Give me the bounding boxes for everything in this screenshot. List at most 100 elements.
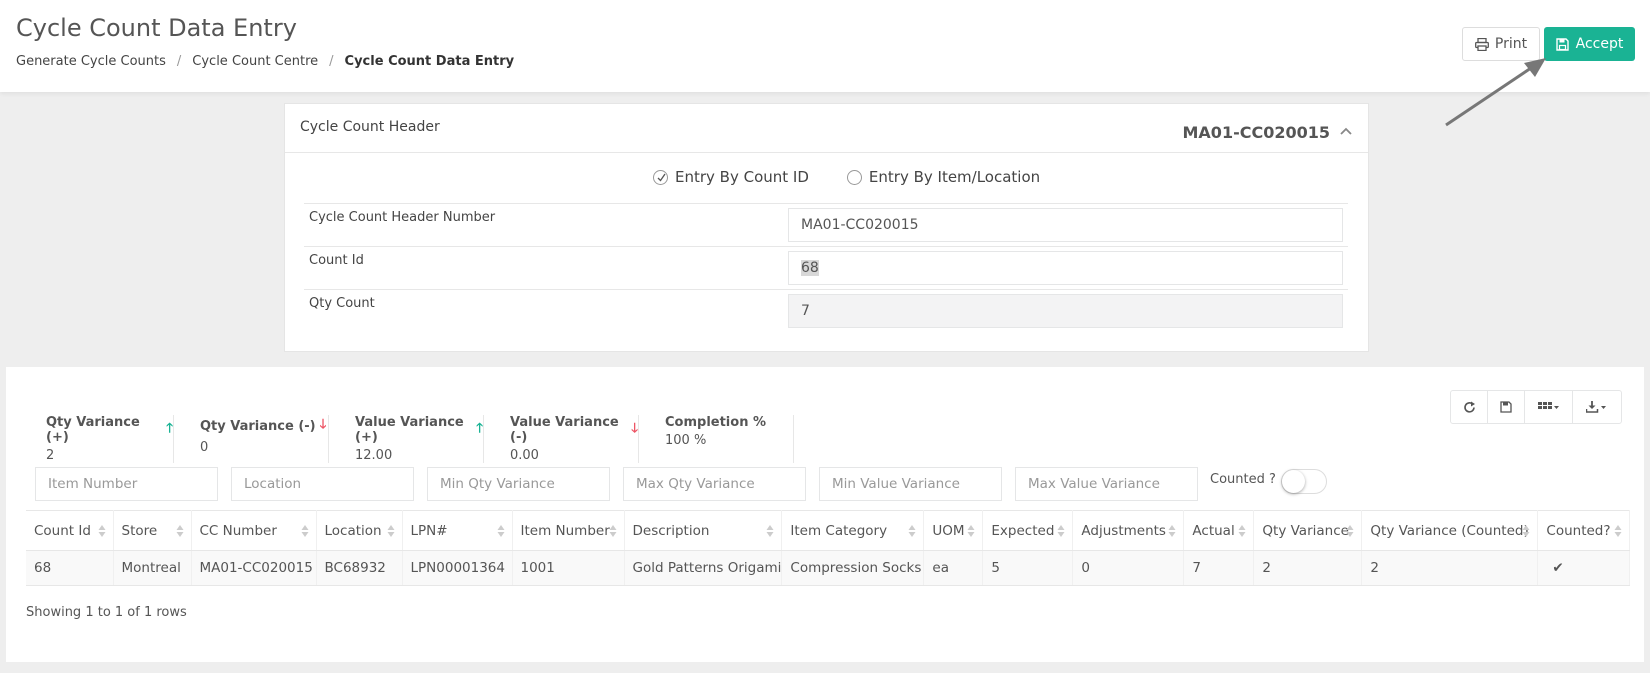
col-qty-variance[interactable]: Qty Variance (1253, 510, 1363, 551)
sort-icon (1238, 525, 1246, 537)
col-counted[interactable]: Counted? (1537, 510, 1630, 551)
col-store[interactable]: Store (113, 510, 192, 551)
col-label: Count Id (34, 522, 91, 539)
sort-icon (387, 525, 394, 537)
col-description[interactable]: Description (624, 510, 783, 551)
save-view-button[interactable] (1488, 391, 1525, 423)
sort-icon (301, 525, 308, 537)
counted-toggle[interactable] (1281, 469, 1327, 494)
radio-entry-by-count-id[interactable]: Entry By Count ID (653, 168, 809, 186)
print-button[interactable]: Print (1462, 27, 1540, 61)
columns-button[interactable] (1525, 391, 1573, 423)
col-label: Item Category (790, 522, 888, 539)
stat-completion: Completion % 100 % (639, 415, 794, 463)
accept-label: Accept (1575, 36, 1624, 52)
arrow-down-icon: 🡓 (319, 417, 327, 432)
printer-icon (1474, 37, 1489, 51)
sort-icon (609, 525, 616, 537)
radio-label-item-location: Entry By Item/Location (868, 168, 1041, 186)
panel-title: Cycle Count Header (300, 119, 440, 135)
breadcrumb-current: Cycle Count Data Entry (344, 54, 515, 69)
max-qty-variance-filter[interactable]: Max Qty Variance (623, 467, 806, 501)
min-value-variance-filter[interactable]: Min Value Variance (819, 467, 1002, 501)
stat-value: 0 (200, 440, 209, 455)
sort-icon (1168, 525, 1176, 537)
page-header: Cycle Count Data Entry Generate Cycle Co… (0, 0, 1650, 92)
chevron-up-icon[interactable] (1338, 123, 1354, 139)
cell-item-number: 1001 (512, 550, 625, 586)
location-filter[interactable]: Location (231, 467, 414, 501)
cell-store: Montreal (113, 550, 192, 586)
cell-expected: 5 (982, 550, 1074, 586)
table-row[interactable]: 68 Montreal MA01-CC020015 BC68932 LPN000… (26, 550, 1630, 586)
col-qty-variance-counted[interactable]: Qty Variance (Counted) (1361, 510, 1539, 551)
breadcrumb-generate-cycle-counts[interactable]: Generate Cycle Counts (16, 54, 166, 69)
stat-value: 0.00 (510, 448, 539, 463)
stat-label: Qty Variance (-) (200, 418, 316, 434)
col-cc-number[interactable]: CC Number (191, 510, 317, 551)
col-expected[interactable]: Expected (982, 510, 1074, 551)
sort-icon (176, 525, 183, 537)
print-label: Print (1494, 36, 1528, 52)
max-value-variance-filter[interactable]: Max Value Variance (1015, 467, 1198, 501)
cell-location: BC68932 (316, 550, 403, 586)
cell-qty-variance: 2 (1253, 550, 1363, 586)
field-label: Qty Count (309, 296, 375, 311)
sort-icon (1522, 525, 1530, 537)
arrow-up-icon: 🡑 (166, 421, 173, 436)
counted-filter-label: Counted ? (1210, 472, 1276, 487)
arrow-down-icon: 🡓 (631, 421, 638, 436)
radio-entry-by-item-location[interactable]: Entry By Item/Location (846, 168, 1041, 186)
stat-label: Value Variance (-) (510, 415, 619, 445)
refresh-icon (1463, 401, 1475, 413)
table-header-row: Count Id Store CC Number Location LPN# I… (26, 510, 1630, 551)
col-label: UOM (932, 522, 965, 539)
col-label: Item Number (520, 522, 610, 539)
breadcrumb: Generate Cycle Counts / Cycle Count Cent… (16, 54, 514, 69)
table-toolbar (1450, 390, 1622, 424)
col-label: Store (121, 522, 158, 539)
form-row-count-id: Count Id 68 (304, 246, 1348, 289)
col-uom[interactable]: UOM (923, 510, 984, 551)
col-label: Counted? (1546, 522, 1611, 539)
radio-unchecked-icon[interactable] (846, 169, 862, 185)
cell-qty-variance-counted: 2 (1361, 550, 1539, 586)
col-actual[interactable]: Actual (1183, 510, 1255, 551)
sort-icon (908, 525, 916, 537)
sort-icon (1346, 525, 1354, 537)
entry-mode-radio-group: Entry By Count ID Entry By Item/Location (653, 168, 1040, 186)
col-item-category[interactable]: Item Category (781, 510, 925, 551)
sort-icon (766, 525, 774, 537)
stat-value-variance-minus: Value Variance (-) 🡓 0.00 (484, 415, 639, 463)
cell-adjustments: 0 (1072, 550, 1185, 586)
refresh-button[interactable] (1451, 391, 1488, 423)
export-button[interactable] (1573, 391, 1621, 423)
header-number-input[interactable]: MA01-CC020015 (788, 208, 1343, 242)
cell-item-category: Compression Socks (781, 550, 925, 586)
header-id: MA01-CC020015 (1182, 123, 1331, 142)
col-location[interactable]: Location (316, 510, 403, 551)
col-adjustments[interactable]: Adjustments (1072, 510, 1185, 551)
form-row-header-number: Cycle Count Header Number MA01-CC020015 (304, 203, 1348, 246)
col-lpn[interactable]: LPN# (402, 510, 513, 551)
stat-label: Completion % (665, 415, 767, 430)
breadcrumb-cycle-count-centre[interactable]: Cycle Count Centre (192, 54, 318, 69)
accept-button[interactable]: Accept (1544, 27, 1635, 61)
cell-actual: 7 (1183, 550, 1255, 586)
count-id-input[interactable]: 68 (788, 251, 1343, 285)
min-qty-variance-filter[interactable]: Min Qty Variance (427, 467, 610, 501)
save-icon (1500, 401, 1512, 413)
panel-header: Cycle Count Header MA01-CC020015 (285, 104, 1368, 153)
count-detail-card: Qty Variance (+) 🡑 2 Qty Variance (-) 🡓 0 … (6, 367, 1644, 662)
breadcrumb-separator: / (176, 54, 182, 69)
stat-value: 2 (46, 448, 55, 463)
sort-icon (98, 525, 105, 537)
sort-icon (497, 525, 504, 537)
col-count-id[interactable]: Count Id (26, 510, 114, 551)
item-number-filter[interactable]: Item Number (35, 467, 218, 501)
cell-uom: ea (923, 550, 984, 586)
cycle-count-header-panel: Cycle Count Header MA01-CC020015 Entry B… (284, 103, 1369, 352)
radio-checked-icon[interactable] (653, 169, 668, 185)
col-label: Description (632, 522, 710, 539)
col-item-number[interactable]: Item Number (512, 510, 625, 551)
